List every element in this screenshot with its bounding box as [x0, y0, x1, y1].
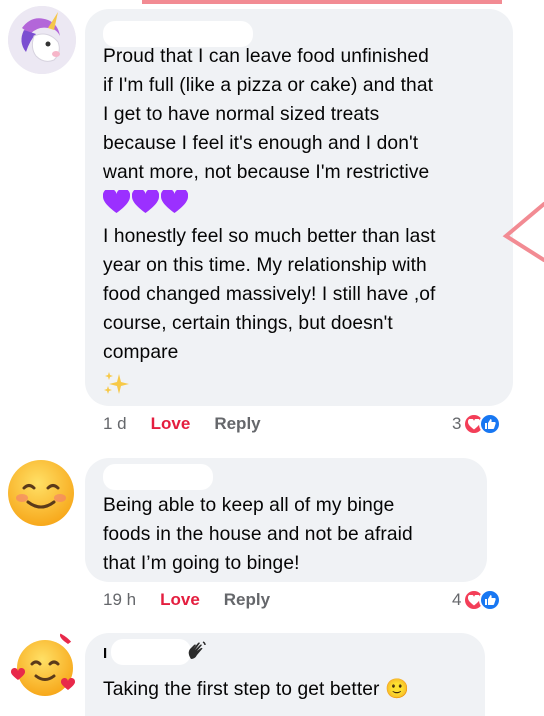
love-button[interactable]: Love — [160, 590, 200, 610]
reaction-summary[interactable]: 4 — [452, 589, 502, 611]
like-reaction-icon — [479, 589, 502, 611]
comment-actions: 1 d Love Reply — [103, 414, 285, 434]
purple-heart-icon — [102, 188, 131, 214]
annotation-arrow-icon — [500, 196, 544, 271]
comment-text: Proud that I can leave food unfinished i… — [103, 46, 434, 183]
smiling-face-with-hearts-avatar[interactable] — [10, 630, 80, 700]
purple-heart-icon — [131, 188, 160, 214]
unicorn-avatar[interactable] — [8, 6, 76, 74]
comment-timestamp[interactable]: 19 h — [103, 590, 136, 610]
reaction-count: 3 — [452, 414, 462, 433]
author-name-initial[interactable]: I — [103, 645, 107, 662]
reply-button[interactable]: Reply — [214, 414, 260, 434]
annotation-highlight-strip — [142, 0, 502, 4]
comment-text: Taking the first step to get better 🙂 — [103, 679, 409, 700]
smiling-face-avatar[interactable] — [6, 458, 76, 528]
sparkles-icon — [103, 370, 131, 401]
comment-text: I honestly feel so much better than last… — [103, 226, 436, 363]
comment-timestamp[interactable]: 1 d — [103, 414, 127, 434]
comment-bubble: Being able to keep all of my binge foods… — [85, 458, 487, 582]
reaction-count: 4 — [452, 590, 462, 609]
comment-text: Being able to keep all of my binge foods… — [103, 495, 413, 574]
comment-actions: 19 h Love Reply — [103, 590, 294, 610]
reaction-summary[interactable]: 3 — [452, 413, 502, 435]
redacted-author-name[interactable] — [111, 639, 191, 665]
love-button[interactable]: Love — [151, 414, 191, 434]
emoji-row — [102, 188, 189, 214]
reply-button[interactable]: Reply — [224, 590, 270, 610]
redacted-author-name[interactable] — [103, 464, 213, 490]
comment-bubble: Proud that I can leave food unfinished i… — [85, 9, 513, 406]
purple-heart-icon — [160, 188, 189, 214]
waving-hand-icon — [185, 639, 209, 668]
comment-bubble: I Taking the first step to get better 🙂 — [85, 633, 485, 716]
like-reaction-icon — [479, 413, 502, 435]
